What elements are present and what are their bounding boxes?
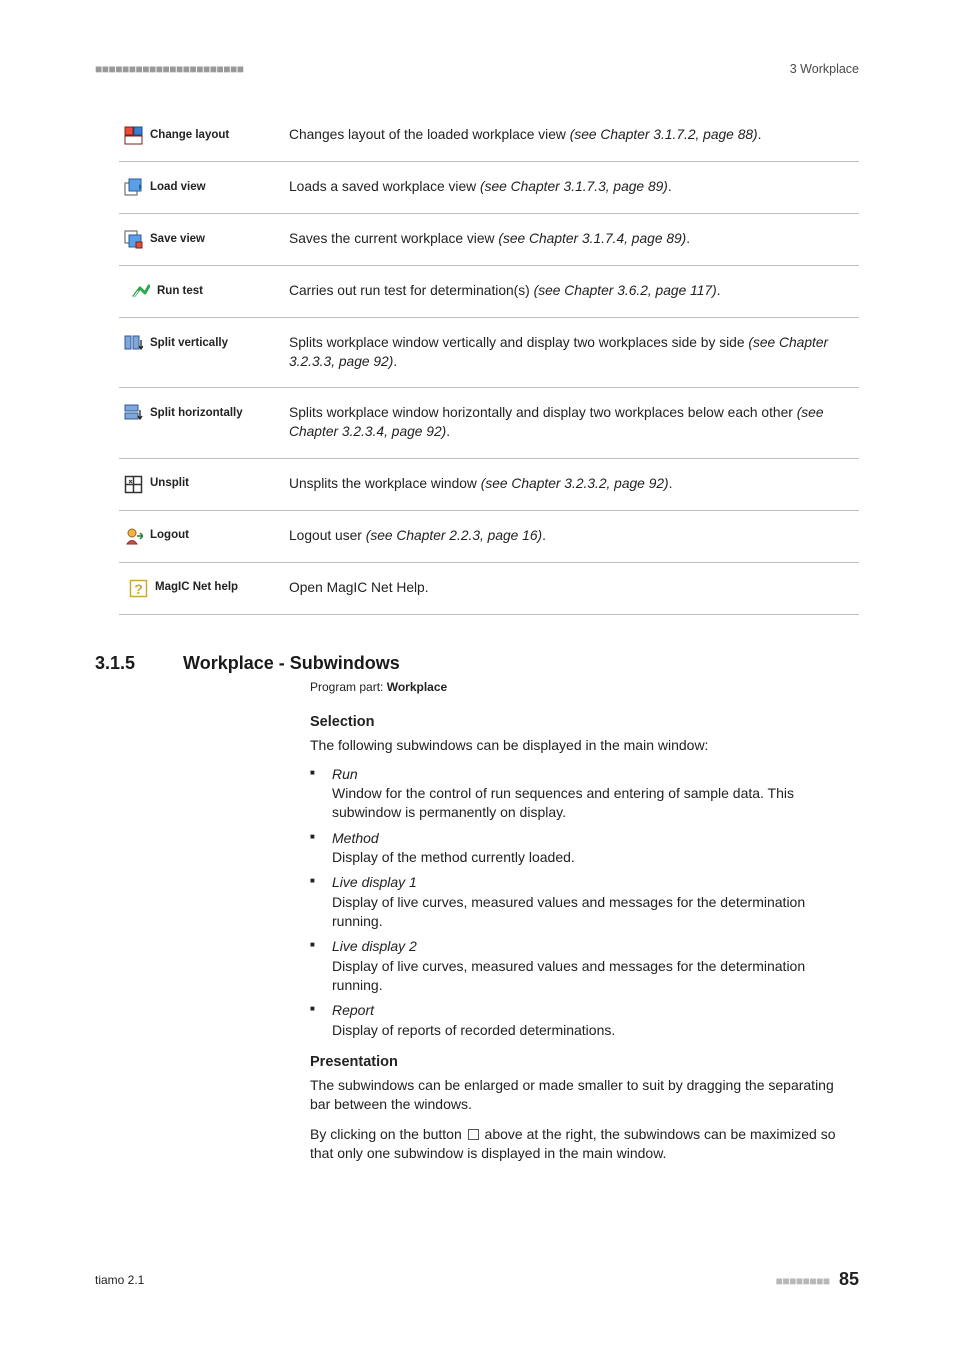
row-description: Logout user (see Chapter 2.2.3, page 16)… xyxy=(289,510,859,562)
section-number: 3.1.5 xyxy=(95,653,135,674)
table-row: Split vertically Splits workplace window… xyxy=(119,318,859,388)
selection-heading: Selection xyxy=(310,714,855,730)
header-chapter: 3 Workplace xyxy=(790,62,859,76)
help-icon xyxy=(129,579,148,598)
row-label: Run test xyxy=(157,284,203,300)
section-heading: 3.1.5 Workplace - Subwindows Program par… xyxy=(95,653,859,694)
row-description: Saves the current workplace view (see Ch… xyxy=(289,214,859,266)
table-row: MagIC Net help Open MagIC Net Help. xyxy=(119,562,859,614)
presentation-p1: The subwindows can be enlarged or made s… xyxy=(310,1076,855,1115)
presentation-p2: By clicking on the button above at the r… xyxy=(310,1125,855,1164)
row-description: Changes layout of the loaded workplace v… xyxy=(289,126,859,162)
run-test-icon xyxy=(131,282,150,301)
load-view-icon xyxy=(124,178,143,197)
row-label: Split horizontally xyxy=(150,406,243,422)
row-label: Split vertically xyxy=(150,336,228,352)
row-label: Change layout xyxy=(150,128,229,144)
maximize-icon xyxy=(468,1129,479,1140)
list-item: Method Display of the method currently l… xyxy=(310,829,855,868)
unsplit-icon xyxy=(124,475,143,494)
table-row: Save view Saves the current workplace vi… xyxy=(119,214,859,266)
selection-intro: The following subwindows can be displaye… xyxy=(310,736,855,755)
row-description: Unsplits the workplace window (see Chapt… xyxy=(289,458,859,510)
page-header: ■■■■■■■■■■■■■■■■■■■■■■ 3 Workplace xyxy=(95,62,859,76)
table-row: Split horizontally Splits workplace wind… xyxy=(119,388,859,458)
header-ornament: ■■■■■■■■■■■■■■■■■■■■■■ xyxy=(95,62,243,76)
split-vertically-icon xyxy=(124,334,143,353)
page-footer: tiamo 2.1 ■■■■■■■■ 85 xyxy=(95,1269,859,1290)
row-description: Carries out run test for determination(s… xyxy=(289,266,859,318)
save-view-icon xyxy=(124,230,143,249)
row-label: Logout xyxy=(150,528,189,544)
section-meta: Program part: Workplace xyxy=(310,680,859,694)
row-label: Unsplit xyxy=(150,476,189,492)
change-layout-icon xyxy=(124,126,143,145)
row-description: Splits workplace window vertically and d… xyxy=(289,318,859,388)
row-label: Load view xyxy=(150,180,206,196)
footer-product: tiamo 2.1 xyxy=(95,1273,144,1287)
list-item: Live display 1 Display of live curves, m… xyxy=(310,873,855,931)
footer-ornament: ■■■■■■■■ xyxy=(776,1274,830,1288)
list-item: Run Window for the control of run sequen… xyxy=(310,765,855,823)
row-description: Loads a saved workplace view (see Chapte… xyxy=(289,162,859,214)
row-label: MagIC Net help xyxy=(155,580,238,596)
row-description: Splits workplace window horizontally and… xyxy=(289,388,859,458)
table-row: Logout Logout user (see Chapter 2.2.3, p… xyxy=(119,510,859,562)
list-item: Live display 2 Display of live curves, m… xyxy=(310,937,855,995)
list-item: Report Display of reports of recorded de… xyxy=(310,1001,855,1040)
table-row: Run test Carries out run test for determ… xyxy=(119,266,859,318)
toolbar-reference-table: Change layout Changes layout of the load… xyxy=(119,126,859,615)
section-title: Workplace - Subwindows xyxy=(183,653,400,674)
presentation-heading: Presentation xyxy=(310,1054,855,1070)
footer-page-number: 85 xyxy=(839,1269,859,1289)
row-label: Save view xyxy=(150,232,205,248)
table-row: Change layout Changes layout of the load… xyxy=(119,126,859,162)
row-description: Open MagIC Net Help. xyxy=(289,562,859,614)
selection-list: Run Window for the control of run sequen… xyxy=(310,765,855,1040)
split-horizontally-icon xyxy=(124,404,143,423)
table-row: Load view Loads a saved workplace view (… xyxy=(119,162,859,214)
table-row: Unsplit Unsplits the workplace window (s… xyxy=(119,458,859,510)
logout-icon xyxy=(124,527,143,546)
